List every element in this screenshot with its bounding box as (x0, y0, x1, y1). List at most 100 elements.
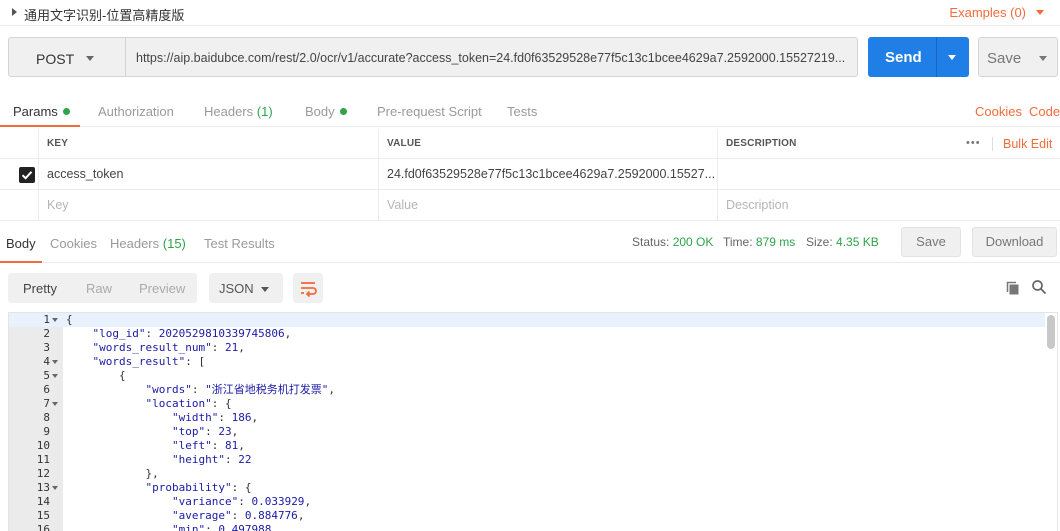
tab-tests[interactable]: Tests (507, 104, 537, 119)
tab-authorization[interactable]: Authorization (98, 104, 174, 119)
tab-params[interactable]: Params (13, 104, 70, 119)
code-line: 9 "top": 23, (9, 425, 1045, 439)
code-link[interactable]: Code (1029, 104, 1060, 119)
send-button[interactable]: Send (868, 37, 969, 77)
tab-prerequest-script[interactable]: Pre-request Script (377, 104, 482, 119)
fold-toggle-icon[interactable] (52, 486, 58, 490)
body-indicator-dot (339, 108, 347, 115)
line-number: 15 (36, 509, 50, 522)
tab-headers-count: (1) (256, 104, 273, 119)
request-name[interactable]: 通用文字识别-位置高精度版 (24, 5, 184, 24)
line-number: 6 (43, 383, 50, 396)
code-text: "probability": { (145, 481, 252, 494)
params-header-row: KEY VALUE DESCRIPTION ••• Bulk Edit (0, 129, 1060, 159)
new-value-input[interactable]: Value (378, 190, 718, 220)
send-options-chevron-icon[interactable] (948, 55, 956, 60)
response-body-editor[interactable]: 1{2 "log_id": 2020529810339745806, 3 "wor… (8, 312, 1058, 531)
fold-toggle-icon[interactable] (52, 402, 58, 406)
code-line: 13 "probability": { (9, 481, 1045, 495)
param-value[interactable]: 24.fd0f63529528e77f5c13c1bcee4629a7.2592… (378, 159, 718, 189)
size-value[interactable]: 4.35 KB (836, 235, 879, 249)
code-line: 6 "words": "浙江省地税务机打发票", (9, 383, 1045, 397)
tab-body[interactable]: Body (305, 104, 347, 119)
expand-caret-icon[interactable] (12, 8, 17, 16)
format-type-label: JSON (219, 281, 254, 296)
code-text: { (66, 313, 73, 326)
line-number: 16 (36, 523, 50, 531)
fold-toggle-icon[interactable] (52, 318, 58, 322)
code-text: "words_result": [ (92, 355, 206, 368)
param-description[interactable] (717, 159, 1060, 189)
code-line: 3 "words_result_num": 21, (9, 341, 1045, 355)
code-text: "min": 0.497988 (171, 523, 272, 531)
params-indicator-dot (62, 108, 70, 115)
code-text: "width": 186, (171, 411, 259, 424)
code-text: }, (66, 467, 159, 480)
download-button[interactable]: Download (972, 227, 1057, 257)
line-number: 14 (36, 495, 50, 508)
line-number: 12 (36, 467, 50, 480)
format-type-select[interactable]: JSON (209, 273, 283, 303)
save-request-button[interactable]: Save (978, 37, 1058, 77)
tab-headers[interactable]: Headers (1) (204, 104, 273, 119)
code-line: 12 }, (9, 467, 1045, 481)
preview-option[interactable]: Preview (139, 281, 185, 296)
method-select[interactable]: POST (8, 37, 125, 77)
size-label: Size: (806, 235, 833, 249)
line-number: 1 (43, 313, 50, 326)
line-number: 13 (36, 481, 50, 494)
send-label: Send (885, 49, 922, 66)
line-number: 5 (43, 369, 50, 382)
response-format-bar: Pretty Raw Preview JSON (0, 263, 1060, 311)
line-number: 10 (36, 439, 50, 452)
code-line: 15 "average": 0.884776, (9, 509, 1045, 523)
time-label: Time: (723, 235, 753, 249)
cookies-link[interactable]: Cookies (975, 104, 1022, 119)
response-tab-body[interactable]: Body (6, 236, 36, 251)
examples-chevron-down-icon[interactable] (1036, 10, 1044, 15)
code-text: { (66, 369, 126, 382)
response-tab-test-results[interactable]: Test Results (204, 236, 275, 251)
fold-toggle-icon[interactable] (52, 360, 58, 364)
code-line: 7 "location": { (9, 397, 1045, 411)
copy-icon[interactable] (1005, 280, 1021, 296)
bulk-edit-link[interactable]: Bulk Edit (1003, 137, 1052, 151)
line-number: 4 (43, 355, 50, 368)
line-number: 11 (36, 453, 50, 466)
line-number: 3 (43, 341, 50, 354)
vertical-scrollbar[interactable] (1047, 315, 1055, 349)
check-icon (21, 171, 33, 180)
search-icon[interactable] (1031, 279, 1047, 295)
code-line: 5 { (9, 369, 1045, 383)
save-options-chevron-icon[interactable] (1039, 56, 1047, 61)
code-line: 14 "variance": 0.033929, (9, 495, 1045, 509)
url-input[interactable]: https://aip.baidubce.com/rest/2.0/ocr/v1… (125, 37, 858, 77)
status-label: Status: (632, 235, 670, 249)
raw-option[interactable]: Raw (86, 281, 112, 296)
response-tab-cookies[interactable]: Cookies (50, 236, 97, 251)
status-value[interactable]: 200 OK (673, 235, 714, 249)
send-divider (936, 37, 937, 77)
request-title-bar: 通用文字识别-位置高精度版 Examples (0) (0, 0, 1060, 26)
new-description-input[interactable]: Description (717, 190, 1060, 220)
save-response-button[interactable]: Save (901, 227, 961, 257)
response-tab-headers[interactable]: Headers (15) (110, 236, 186, 251)
code-text: "log_id": 2020529810339745806, (92, 327, 292, 340)
time-value[interactable]: 879 ms (756, 235, 795, 249)
code-text: "left": 81, (171, 439, 245, 452)
more-options-icon[interactable]: ••• (966, 137, 981, 149)
code-text: "words": "浙江省地税务机打发票", (145, 383, 335, 396)
active-tab-underline (0, 125, 80, 127)
chevron-down-icon (261, 287, 269, 292)
status-readout: Status: 200 OK (632, 235, 713, 249)
description-column-header: DESCRIPTION (717, 129, 957, 158)
new-key-input[interactable]: Key (38, 190, 379, 220)
code-line: 4 "words_result": [ (9, 355, 1045, 369)
param-key[interactable]: access_token (38, 159, 379, 189)
save-label: Save (987, 50, 1022, 67)
examples-button[interactable]: Examples (0) (949, 5, 1026, 20)
wrap-lines-button[interactable] (293, 273, 323, 303)
param-enabled-checkbox[interactable] (19, 167, 35, 183)
fold-toggle-icon[interactable] (52, 374, 58, 378)
pretty-option[interactable]: Pretty (23, 281, 57, 296)
